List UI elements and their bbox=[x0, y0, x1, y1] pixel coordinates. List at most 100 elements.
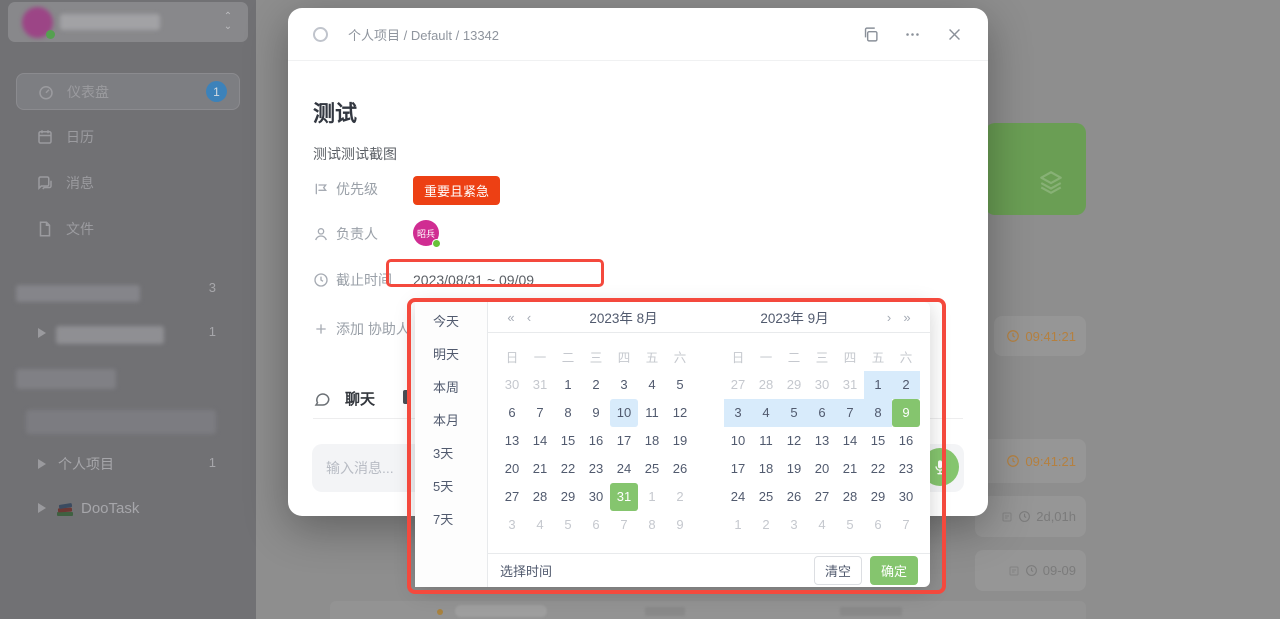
sidebar-item-dashboard[interactable]: 仪表盘1 bbox=[16, 73, 240, 110]
day-cell[interactable]: 17 bbox=[724, 455, 752, 483]
day-cell[interactable]: 7 bbox=[526, 399, 554, 427]
day-cell[interactable]: 20 bbox=[498, 455, 526, 483]
day-cell[interactable]: 29 bbox=[864, 483, 892, 511]
prev-year-icon[interactable]: « bbox=[502, 310, 520, 325]
day-cell[interactable]: 2 bbox=[752, 511, 780, 539]
day-cell[interactable]: 21 bbox=[836, 455, 864, 483]
day-cell[interactable]: 20 bbox=[808, 455, 836, 483]
shortcut-5天[interactable]: 5天 bbox=[415, 470, 487, 503]
day-cell[interactable]: 12 bbox=[666, 399, 694, 427]
shortcut-7天[interactable]: 7天 bbox=[415, 503, 487, 536]
day-cell[interactable]: 4 bbox=[638, 371, 666, 399]
next-year-icon[interactable]: » bbox=[898, 310, 916, 325]
copy-icon[interactable] bbox=[862, 26, 879, 43]
day-cell[interactable]: 3 bbox=[724, 399, 752, 427]
day-cell[interactable]: 21 bbox=[526, 455, 554, 483]
day-cell[interactable]: 26 bbox=[666, 455, 694, 483]
day-cell[interactable]: 31 bbox=[836, 371, 864, 399]
day-cell[interactable]: 30 bbox=[808, 371, 836, 399]
day-cell[interactable]: 27 bbox=[724, 371, 752, 399]
sidebar-item-messages[interactable]: 消息 bbox=[16, 165, 240, 201]
sidebar-item-personal-project[interactable]: 个人项目 bbox=[38, 455, 248, 473]
chevron-updown-icon[interactable]: ⌃⌄ bbox=[220, 12, 236, 32]
day-cell[interactable]: 22 bbox=[554, 455, 582, 483]
day-cell[interactable]: 27 bbox=[808, 483, 836, 511]
close-icon[interactable] bbox=[946, 26, 963, 43]
day-cell[interactable]: 10 bbox=[724, 427, 752, 455]
day-cell[interactable]: 4 bbox=[752, 399, 780, 427]
day-cell[interactable]: 15 bbox=[864, 427, 892, 455]
day-cell[interactable]: 25 bbox=[638, 455, 666, 483]
shortcut-3天[interactable]: 3天 bbox=[415, 437, 487, 470]
day-cell[interactable]: 2 bbox=[582, 371, 610, 399]
day-cell[interactable]: 28 bbox=[836, 483, 864, 511]
day-cell[interactable]: 8 bbox=[864, 399, 892, 427]
day-cell[interactable]: 4 bbox=[808, 511, 836, 539]
sidebar-item-files[interactable]: 文件 bbox=[16, 211, 240, 247]
chevron-right-icon[interactable] bbox=[38, 503, 46, 513]
add-helper-row[interactable]: 添加 协助人 bbox=[313, 318, 410, 340]
day-cell[interactable]: 14 bbox=[526, 427, 554, 455]
pick-time-link[interactable]: 选择时间 bbox=[500, 561, 552, 580]
day-cell[interactable]: 8 bbox=[554, 399, 582, 427]
task-status-circle[interactable] bbox=[313, 27, 328, 42]
user-profile-card[interactable]: ⌃⌄ bbox=[8, 2, 248, 42]
day-cell[interactable]: 26 bbox=[780, 483, 808, 511]
day-cell[interactable]: 6 bbox=[582, 511, 610, 539]
shortcut-本月[interactable]: 本月 bbox=[415, 404, 487, 437]
more-menu-icon[interactable] bbox=[904, 26, 921, 43]
day-cell[interactable]: 15 bbox=[554, 427, 582, 455]
priority-badge[interactable]: 重要且紧急 bbox=[413, 176, 500, 205]
day-cell[interactable]: 25 bbox=[752, 483, 780, 511]
day-cell[interactable]: 3 bbox=[610, 371, 638, 399]
sidebar-item-dootask[interactable]: DooTask bbox=[38, 499, 248, 517]
day-cell[interactable]: 28 bbox=[526, 483, 554, 511]
day-cell[interactable]: 3 bbox=[498, 511, 526, 539]
task-title[interactable]: 测试 bbox=[313, 96, 357, 128]
breadcrumb[interactable]: 个人项目 / Default / 13342 bbox=[348, 25, 499, 44]
day-cell[interactable]: 7 bbox=[836, 399, 864, 427]
day-cell[interactable]: 7 bbox=[892, 511, 920, 539]
day-cell[interactable]: 17 bbox=[610, 427, 638, 455]
day-cell[interactable]: 1 bbox=[724, 511, 752, 539]
day-cell[interactable]: 24 bbox=[610, 455, 638, 483]
day-cell-today[interactable]: 10 bbox=[610, 399, 638, 427]
day-cell-selected[interactable]: 9 bbox=[892, 399, 920, 427]
day-cell[interactable]: 11 bbox=[752, 427, 780, 455]
assignee-avatar[interactable]: 昭兵 bbox=[413, 220, 439, 246]
day-cell[interactable]: 22 bbox=[864, 455, 892, 483]
day-cell[interactable]: 4 bbox=[526, 511, 554, 539]
clear-button[interactable]: 清空 bbox=[814, 556, 862, 585]
day-cell[interactable]: 6 bbox=[864, 511, 892, 539]
shortcut-明天[interactable]: 明天 bbox=[415, 338, 487, 371]
prev-month-icon[interactable]: ‹ bbox=[520, 310, 538, 325]
day-cell[interactable]: 29 bbox=[554, 483, 582, 511]
shortcut-今天[interactable]: 今天 bbox=[415, 305, 487, 338]
day-cell[interactable]: 7 bbox=[610, 511, 638, 539]
shortcut-本周[interactable]: 本周 bbox=[415, 371, 487, 404]
day-cell[interactable]: 30 bbox=[498, 371, 526, 399]
day-cell[interactable]: 27 bbox=[498, 483, 526, 511]
day-cell[interactable]: 28 bbox=[752, 371, 780, 399]
day-cell[interactable]: 5 bbox=[836, 511, 864, 539]
day-cell[interactable]: 6 bbox=[498, 399, 526, 427]
day-cell[interactable]: 23 bbox=[582, 455, 610, 483]
day-cell[interactable]: 18 bbox=[638, 427, 666, 455]
day-cell[interactable]: 30 bbox=[892, 483, 920, 511]
day-cell[interactable]: 12 bbox=[780, 427, 808, 455]
day-cell-selected[interactable]: 31 bbox=[610, 483, 638, 511]
day-cell[interactable]: 11 bbox=[638, 399, 666, 427]
deadline-input[interactable]: 2023/08/31 ~ 09/09 bbox=[413, 272, 534, 288]
day-cell[interactable]: 1 bbox=[554, 371, 582, 399]
day-cell[interactable]: 1 bbox=[864, 371, 892, 399]
day-cell[interactable]: 6 bbox=[808, 399, 836, 427]
day-cell[interactable]: 8 bbox=[638, 511, 666, 539]
day-cell[interactable]: 13 bbox=[808, 427, 836, 455]
day-cell[interactable]: 29 bbox=[780, 371, 808, 399]
day-cell[interactable]: 5 bbox=[666, 371, 694, 399]
day-cell[interactable]: 2 bbox=[666, 483, 694, 511]
chevron-right-icon[interactable] bbox=[38, 459, 46, 469]
day-cell[interactable]: 19 bbox=[666, 427, 694, 455]
day-cell[interactable]: 23 bbox=[892, 455, 920, 483]
day-cell[interactable]: 24 bbox=[724, 483, 752, 511]
